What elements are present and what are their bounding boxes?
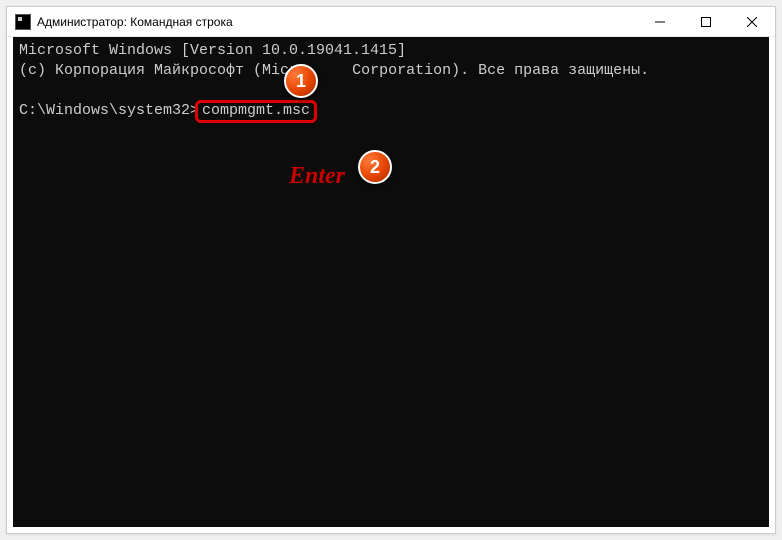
copyright-part-b: Corporation). Все права защищены. xyxy=(352,62,649,79)
command-text: compmgmt.msc xyxy=(202,102,310,119)
console-area[interactable]: Microsoft Windows [Version 10.0.19041.14… xyxy=(13,37,769,527)
close-icon xyxy=(747,17,757,27)
window-controls xyxy=(637,7,775,36)
annotation-badge-1: 1 xyxy=(284,64,318,98)
window-frame: Администратор: Командная строка Microso xyxy=(6,6,776,534)
console-line-version: Microsoft Windows [Version 10.0.19041.14… xyxy=(19,41,763,61)
cmd-icon xyxy=(15,14,31,30)
command-highlight: compmgmt.msc xyxy=(195,100,317,123)
titlebar[interactable]: Администратор: Командная строка xyxy=(7,7,775,37)
annotation-badge-2: 2 xyxy=(358,150,392,184)
annotation-enter-label: Enter xyxy=(289,163,345,190)
copyright-part-a: (c) Корпорация Майкрософт (Micro xyxy=(19,62,307,79)
close-button[interactable] xyxy=(729,7,775,36)
console-line-copyright: (c) Корпорация Майкрософт (Micro Corpora… xyxy=(19,61,763,81)
console-prompt-line: C:\Windows\system32>compmgmt.msc xyxy=(19,100,763,123)
maximize-icon xyxy=(701,17,711,27)
prompt-text: C:\Windows\system32> xyxy=(19,102,199,119)
maximize-button[interactable] xyxy=(683,7,729,36)
minimize-icon xyxy=(655,17,665,27)
minimize-button[interactable] xyxy=(637,7,683,36)
window-title: Администратор: Командная строка xyxy=(37,15,637,29)
console-blank-line xyxy=(19,80,763,100)
